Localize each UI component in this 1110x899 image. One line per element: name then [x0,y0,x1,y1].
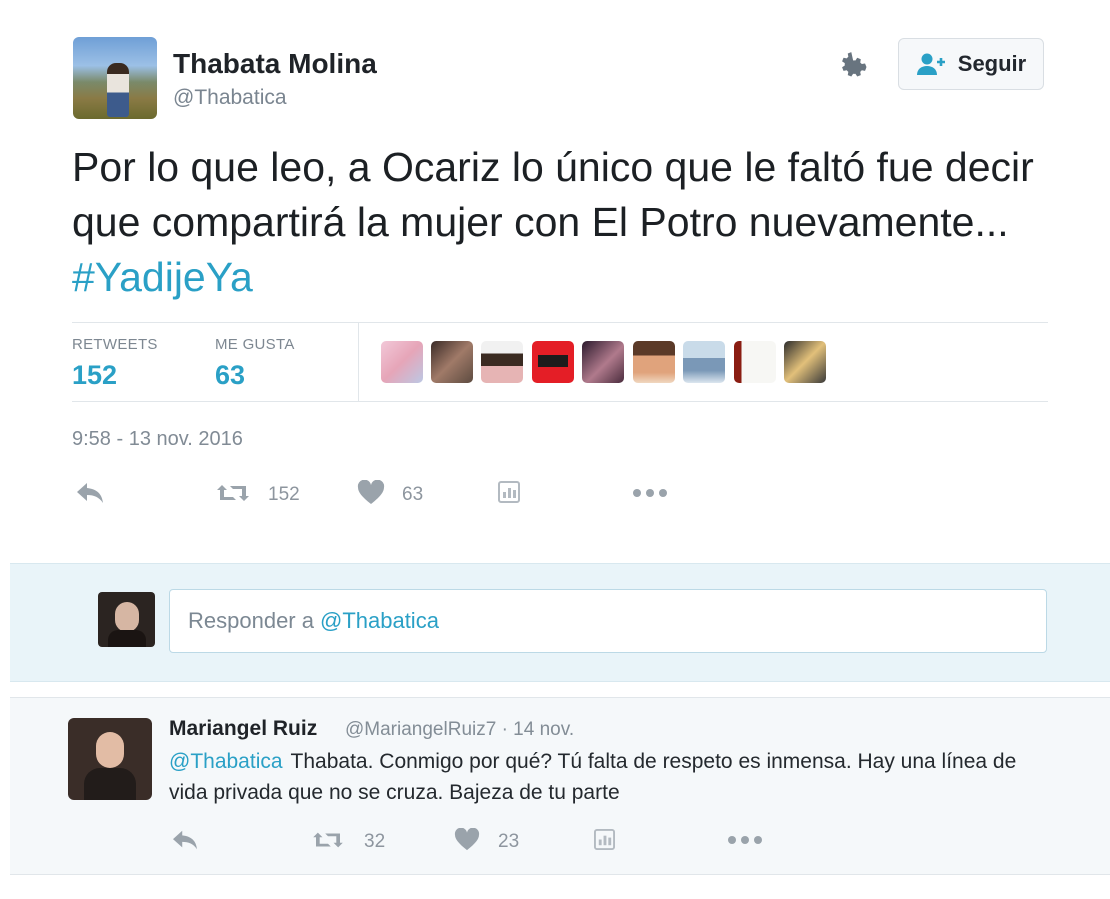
follow-button[interactable]: Seguir [898,38,1044,90]
follow-label: Seguir [957,51,1027,76]
liker-avatar[interactable] [381,341,423,383]
reply-placeholder: Responder a [188,608,314,633]
reply-icon[interactable] [170,828,200,852]
liker-avatar[interactable] [734,341,776,383]
divider [72,401,1048,402]
reply-author-avatar[interactable] [68,718,152,800]
like-count[interactable]: 63 [402,484,423,506]
liker-avatar[interactable] [532,341,574,383]
tweet-hashtag[interactable]: #YadijeYa [72,254,253,300]
gear-icon[interactable] [836,50,870,84]
reply-author-name[interactable]: Mariangel Ruiz [169,717,317,741]
analytics-icon[interactable] [498,481,520,503]
liker-avatar[interactable] [683,341,725,383]
reply-author-meta[interactable]: @MariangelRuiz7 · 14 nov. [345,719,574,741]
analytics-icon[interactable] [594,829,615,850]
more-icon[interactable] [727,834,763,846]
tweet-text: Por lo que leo, a Ocariz lo único que le… [72,140,1052,305]
more-icon[interactable] [632,487,668,499]
reply-mention[interactable]: @Thabatica [169,750,283,773]
heart-icon[interactable] [357,480,385,506]
retweet-count[interactable]: 152 [268,484,300,506]
tweet-timestamp[interactable]: 9:58 - 13 nov. 2016 [72,428,243,451]
reply-like-count[interactable]: 23 [498,831,519,853]
tweet-body: Por lo que leo, a Ocariz lo único que le… [72,144,1034,245]
liker-avatar[interactable] [582,341,624,383]
current-user-avatar[interactable] [98,592,155,647]
author-handle[interactable]: @Thabatica [173,86,287,110]
reply-text: @Thabatica Thabata. Conmigo por qué? Tú f… [169,746,1049,808]
reply-icon[interactable] [74,480,106,506]
retweet-icon[interactable] [310,828,346,852]
author-avatar[interactable] [73,37,157,119]
liker-avatar[interactable] [784,341,826,383]
liker-avatar[interactable] [481,341,523,383]
stats-separator [358,323,359,401]
heart-icon[interactable] [454,828,480,852]
retweets-label[interactable]: RETWEETS [72,336,158,353]
reply-input[interactable]: Responder a @Thabatica [169,589,1047,653]
author-name[interactable]: Thabata Molina [173,48,377,80]
divider [72,322,1048,323]
liker-avatar[interactable] [431,341,473,383]
follow-person-icon [916,53,945,75]
liker-avatar[interactable] [633,341,675,383]
reply-retweet-count[interactable]: 32 [364,831,385,853]
retweets-value[interactable]: 152 [72,360,117,391]
retweet-icon[interactable] [214,480,252,506]
likes-label[interactable]: ME GUSTA [215,336,295,353]
likes-value[interactable]: 63 [215,360,245,391]
reply-body: Thabata. Conmigo por qué? Tú falta de re… [169,750,1017,804]
reply-placeholder-mention: @Thabatica [319,608,439,633]
